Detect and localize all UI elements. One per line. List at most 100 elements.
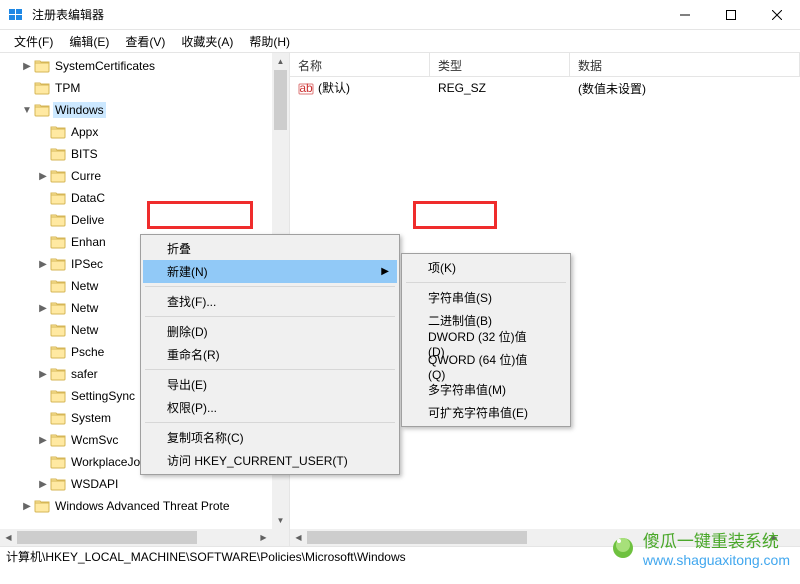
list-header: 名称 类型 数据 bbox=[290, 53, 800, 77]
expander-icon[interactable]: ▶ bbox=[20, 61, 34, 72]
cell-data: (数值未设置) bbox=[570, 80, 800, 97]
menu-label: 多字符串值(M) bbox=[428, 381, 506, 398]
menu-help[interactable]: 帮助(H) bbox=[241, 31, 298, 52]
menu-separator bbox=[406, 282, 566, 283]
tree-item[interactable]: ▶ Curre bbox=[2, 165, 289, 187]
expander-icon[interactable]: ▼ bbox=[20, 105, 34, 116]
tree-label: Netw bbox=[69, 300, 100, 316]
menu-item[interactable]: 多字符串值(M) bbox=[404, 378, 568, 401]
menu-item[interactable]: 可扩充字符串值(E) bbox=[404, 401, 568, 424]
menu-file[interactable]: 文件(F) bbox=[6, 31, 61, 52]
col-type[interactable]: 类型 bbox=[430, 53, 570, 76]
expander-icon[interactable]: ▶ bbox=[36, 479, 50, 490]
menu-label: 二进制值(B) bbox=[428, 312, 492, 329]
folder-icon bbox=[50, 146, 66, 162]
scroll-thumb[interactable] bbox=[307, 531, 527, 544]
title-bar: 注册表编辑器 bbox=[0, 0, 800, 30]
menu-item[interactable]: 新建(N)▶ bbox=[143, 260, 397, 283]
expander-icon[interactable]: ▶ bbox=[36, 369, 50, 380]
menu-label: 权限(P)... bbox=[167, 399, 217, 416]
minimize-button[interactable] bbox=[662, 0, 708, 30]
tree-label: Psche bbox=[69, 344, 106, 360]
tree-item[interactable]: Delive bbox=[2, 209, 289, 231]
folder-icon bbox=[50, 322, 66, 338]
tree-label: Curre bbox=[69, 168, 103, 184]
menu-item[interactable]: 访问 HKEY_CURRENT_USER(T) bbox=[143, 449, 397, 472]
tree-label: IPSec bbox=[69, 256, 105, 272]
col-data[interactable]: 数据 bbox=[570, 53, 800, 76]
menu-item[interactable]: 重命名(R) bbox=[143, 343, 397, 366]
expander-icon[interactable]: ▶ bbox=[36, 303, 50, 314]
menu-item[interactable]: 折叠 bbox=[143, 237, 397, 260]
cell-name: ab (默认) bbox=[290, 79, 430, 97]
menu-separator bbox=[145, 316, 395, 317]
cell-type: REG_SZ bbox=[430, 81, 570, 95]
menu-edit[interactable]: 编辑(E) bbox=[61, 31, 117, 52]
window-title: 注册表编辑器 bbox=[32, 6, 662, 23]
menu-item[interactable]: 删除(D) bbox=[143, 320, 397, 343]
tree-label: Windows Advanced Threat Prote bbox=[53, 498, 232, 514]
menu-view[interactable]: 查看(V) bbox=[117, 31, 173, 52]
svg-text:ab: ab bbox=[299, 81, 313, 95]
folder-icon bbox=[50, 476, 66, 492]
tree-item[interactable]: TPM bbox=[2, 77, 289, 99]
folder-icon bbox=[50, 124, 66, 140]
menu-item[interactable]: 权限(P)... bbox=[143, 396, 397, 419]
tree-item[interactable]: ▶ WSDAPI bbox=[2, 473, 289, 495]
menu-item[interactable]: 查找(F)... bbox=[143, 290, 397, 313]
folder-icon bbox=[50, 278, 66, 294]
menu-favorites[interactable]: 收藏夹(A) bbox=[173, 31, 241, 52]
menu-label: 导出(E) bbox=[167, 376, 207, 393]
folder-icon bbox=[50, 212, 66, 228]
maximize-button[interactable] bbox=[708, 0, 754, 30]
menu-item[interactable]: 导出(E) bbox=[143, 373, 397, 396]
scroll-left-icon[interactable]: ◀ bbox=[290, 529, 307, 546]
tree-item[interactable]: BITS bbox=[2, 143, 289, 165]
expander-icon[interactable]: ▶ bbox=[36, 435, 50, 446]
status-path: 计算机\HKEY_LOCAL_MACHINE\SOFTWARE\Policies… bbox=[6, 548, 406, 565]
watermark-icon bbox=[608, 533, 638, 563]
menu-label: 字符串值(S) bbox=[428, 289, 492, 306]
menu-label: 删除(D) bbox=[167, 323, 208, 340]
scroll-right-icon[interactable]: ▶ bbox=[255, 529, 272, 546]
menu-label: 新建(N) bbox=[167, 263, 208, 280]
tree-item[interactable]: ▶SystemCertificates bbox=[2, 55, 289, 77]
folder-icon bbox=[50, 344, 66, 360]
tree-label: DataC bbox=[69, 190, 107, 206]
tree-item[interactable]: ▶ Windows Advanced Threat Prote bbox=[2, 495, 289, 517]
scroll-thumb[interactable] bbox=[274, 70, 287, 130]
tree-label: Enhan bbox=[69, 234, 108, 250]
scroll-down-icon[interactable]: ▼ bbox=[272, 512, 289, 529]
expander-icon[interactable]: ▶ bbox=[20, 501, 34, 512]
scroll-corner bbox=[272, 529, 289, 546]
tree-item[interactable]: Appx bbox=[2, 121, 289, 143]
menu-separator bbox=[145, 286, 395, 287]
menu-item[interactable]: 项(K) bbox=[404, 256, 568, 279]
menu-label: 折叠 bbox=[167, 240, 191, 257]
menu-item[interactable]: 复制项名称(C) bbox=[143, 426, 397, 449]
scroll-left-icon[interactable]: ◀ bbox=[0, 529, 17, 546]
scroll-thumb[interactable] bbox=[17, 531, 197, 544]
expander-icon[interactable]: ▶ bbox=[36, 259, 50, 270]
list-row[interactable]: ab (默认) REG_SZ (数值未设置) bbox=[290, 77, 800, 97]
tree-label: Delive bbox=[69, 212, 106, 228]
folder-icon bbox=[50, 366, 66, 382]
menu-item[interactable]: 字符串值(S) bbox=[404, 286, 568, 309]
tree-label: Windows bbox=[53, 102, 106, 118]
tree-hscrollbar[interactable]: ◀ ▶ bbox=[0, 529, 272, 546]
folder-icon bbox=[34, 102, 50, 118]
tree-item[interactable]: DataC bbox=[2, 187, 289, 209]
folder-icon bbox=[50, 234, 66, 250]
folder-icon bbox=[50, 388, 66, 404]
tree-label: TPM bbox=[53, 80, 82, 96]
col-name[interactable]: 名称 bbox=[290, 53, 430, 76]
string-value-icon: ab bbox=[298, 81, 314, 97]
main-split: ▶SystemCertificates TPM ▼ Windows AppxBITS ▶ C… bbox=[0, 52, 800, 546]
scroll-up-icon[interactable]: ▲ bbox=[272, 53, 289, 70]
tree-label: WSDAPI bbox=[69, 476, 120, 492]
menu-item[interactable]: QWORD (64 位)值(Q) bbox=[404, 355, 568, 378]
tree-item[interactable]: ▼ Windows bbox=[2, 99, 289, 121]
folder-icon bbox=[50, 300, 66, 316]
expander-icon[interactable]: ▶ bbox=[36, 171, 50, 182]
close-button[interactable] bbox=[754, 0, 800, 30]
